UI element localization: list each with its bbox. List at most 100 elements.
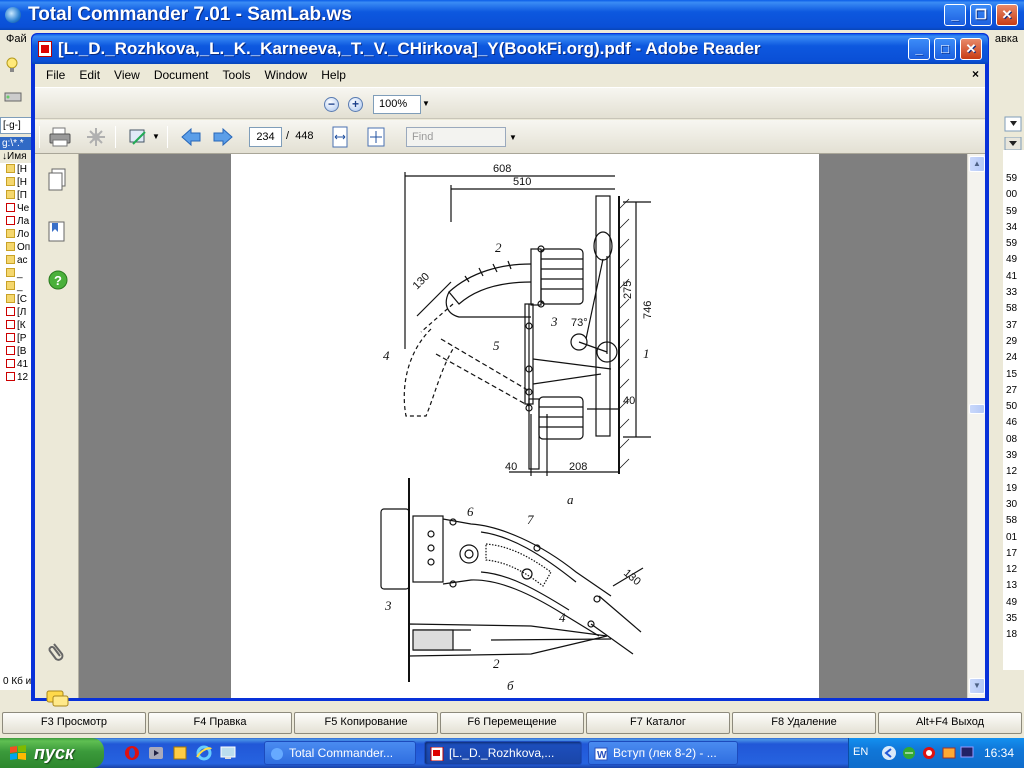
comments-icon[interactable]: [46, 690, 70, 713]
find-dropdown-icon[interactable]: ▼: [508, 133, 518, 143]
tc-file-row[interactable]: 12: [0, 371, 31, 384]
tray-monitor-icon[interactable]: [959, 745, 975, 764]
navigation-pane: ?: [35, 154, 79, 707]
tc-file-row[interactable]: _: [0, 280, 31, 293]
scroll-down-icon[interactable]: ▼: [969, 678, 985, 694]
opera-icon[interactable]: [124, 745, 140, 761]
tc-file-row[interactable]: ас: [0, 254, 31, 267]
zoom-in-icon[interactable]: +: [348, 97, 363, 112]
clock[interactable]: 16:34: [984, 746, 1014, 760]
tc-file-row[interactable]: Ло: [0, 228, 31, 241]
tc-file-row[interactable]: Ла: [0, 215, 31, 228]
language-indicator[interactable]: EN: [853, 746, 868, 758]
tc-function-keys: F3 Просмотр F4 Правка F5 Копирование F6 Пер…: [0, 712, 1024, 734]
tray-security-icon[interactable]: [941, 745, 957, 764]
document-vertical-scrollbar[interactable]: ▲ ▼: [967, 154, 985, 698]
media-player-icon[interactable]: [148, 745, 164, 761]
reader-titlebar[interactable]: [L._D._Rozhkova,_L._K._Karneeva,_T._V._C…: [32, 34, 988, 64]
fit-page-icon[interactable]: [365, 126, 387, 148]
menu-tools[interactable]: Tools: [216, 64, 258, 86]
tray-back-icon[interactable]: [881, 745, 897, 764]
fkey-button-3[interactable]: F3 Просмотр: [2, 712, 146, 734]
sign-icon[interactable]: [127, 126, 149, 148]
collaborate-icon[interactable]: [85, 126, 107, 148]
fkey-button-6[interactable]: F6 Перемещение: [440, 712, 584, 734]
desktop-icon[interactable]: [220, 745, 236, 761]
scroll-thumb[interactable]: [969, 404, 985, 414]
maximize-icon[interactable]: ❐: [970, 4, 992, 26]
menu-help[interactable]: Help: [314, 64, 353, 86]
tc-file-row[interactable]: [В: [0, 345, 31, 358]
zoom-out-icon[interactable]: −: [324, 97, 339, 112]
menu-window[interactable]: Window: [258, 64, 315, 86]
next-page-icon[interactable]: [212, 126, 234, 148]
tray-opera-icon[interactable]: [921, 745, 937, 764]
fkey-button-9[interactable]: Alt+F4 Выход: [878, 712, 1022, 734]
tc-file-row[interactable]: Оп: [0, 241, 31, 254]
sign-dropdown-icon[interactable]: ▼: [151, 132, 161, 142]
tc-file-row[interactable]: [Н: [0, 176, 31, 189]
tc-file-row[interactable]: [Л: [0, 306, 31, 319]
start-button[interactable]: пуск: [0, 738, 104, 768]
tc-path[interactable]: g:\*.*: [0, 137, 32, 150]
previous-page-icon[interactable]: [180, 126, 202, 148]
task-total-commander[interactable]: Total Commander...: [264, 741, 416, 765]
zoom-level-select[interactable]: 100%: [373, 95, 421, 114]
tc-right-sort[interactable]: [1003, 136, 1024, 151]
tc-menu-file[interactable]: Фай: [6, 33, 27, 45]
dimension-label: 40: [505, 461, 517, 473]
part-label-b: 4: [559, 610, 566, 625]
tc-titlebar[interactable]: Total Commander 7.01 - SamLab.ws _ ❐ ✕: [0, 0, 1024, 30]
print-icon[interactable]: [49, 126, 71, 148]
tc-menu-edit[interactable]: авка: [995, 33, 1018, 45]
tc-file-row[interactable]: Че: [0, 202, 31, 215]
file-icon: [6, 281, 15, 290]
tc-file-row[interactable]: [Н: [0, 163, 31, 176]
drive-icon[interactable]: [4, 90, 24, 104]
menu-file[interactable]: File: [39, 64, 72, 86]
attachments-icon[interactable]: [48, 640, 68, 667]
pages-icon[interactable]: [47, 168, 67, 195]
tc-file-row[interactable]: [К: [0, 319, 31, 332]
fkey-button-5[interactable]: F5 Копирование: [294, 712, 438, 734]
scroll-up-icon[interactable]: ▲: [969, 156, 985, 172]
find-input[interactable]: Find: [406, 127, 506, 147]
tc-right-controls[interactable]: [1003, 116, 1024, 132]
task-word[interactable]: W Вступ (лек 8-2) - ...: [588, 741, 738, 765]
system-tray: EN 16:34: [848, 738, 1024, 768]
menu-document[interactable]: Document: [147, 64, 216, 86]
close-icon[interactable]: ✕: [996, 4, 1018, 26]
help-icon[interactable]: ?: [48, 270, 68, 293]
reader-maximize-icon[interactable]: □: [934, 38, 956, 60]
folder-icon: [6, 177, 15, 186]
page-number-input[interactable]: 234: [249, 127, 282, 147]
fkey-button-8[interactable]: F8 Удаление: [732, 712, 876, 734]
tc-file-row[interactable]: [П: [0, 189, 31, 202]
tc-file-row[interactable]: [С: [0, 293, 31, 306]
reader-close-icon[interactable]: ✕: [960, 38, 982, 60]
minimize-icon[interactable]: _: [944, 4, 966, 26]
zoom-dropdown-icon[interactable]: ▼: [421, 99, 431, 109]
tc-right-file-panel[interactable]: 59 00 59 34 59 49 41 33 58 37 29 24 15 27 50 46 08 39 12 19…: [1003, 150, 1024, 670]
bookmarks-icon[interactable]: [47, 220, 67, 247]
menu-view[interactable]: View: [107, 64, 147, 86]
menu-edit[interactable]: Edit: [72, 64, 107, 86]
tc-file-row[interactable]: 41: [0, 358, 31, 371]
tc-file-row[interactable]: _: [0, 267, 31, 280]
fit-width-icon[interactable]: [329, 126, 351, 148]
document-close-button[interactable]: ×: [972, 67, 979, 81]
total-commander-quick-icon[interactable]: [172, 745, 188, 761]
lightbulb-icon[interactable]: [4, 56, 20, 74]
internet-explorer-icon[interactable]: [196, 745, 212, 761]
task-adobe-reader[interactable]: [L._D._Rozhkova,...: [424, 741, 582, 765]
fkey-button-4[interactable]: F4 Правка: [148, 712, 292, 734]
tc-column-name[interactable]: ↓Имя: [0, 150, 31, 163]
tray-network-icon[interactable]: [901, 745, 917, 764]
tc-left-file-panel[interactable]: ↓Имя [Н [Н [П Че Ла Ло Оп ас _ _ [С [Л [К [Р [В 41 12: [0, 150, 32, 690]
tc-file-row[interactable]: [Р: [0, 332, 31, 345]
tc-file-time: 59: [1006, 173, 1018, 184]
tc-drive-select[interactable]: [-g-]: [0, 117, 32, 134]
fkey-button-7[interactable]: F7 Каталог: [586, 712, 730, 734]
document-view[interactable]: 608 510 130 275 746 73° 40 40 208 130 2 3 1 4 5 6 7 3 4 2 а б: [79, 154, 967, 698]
reader-minimize-icon[interactable]: _: [908, 38, 930, 60]
